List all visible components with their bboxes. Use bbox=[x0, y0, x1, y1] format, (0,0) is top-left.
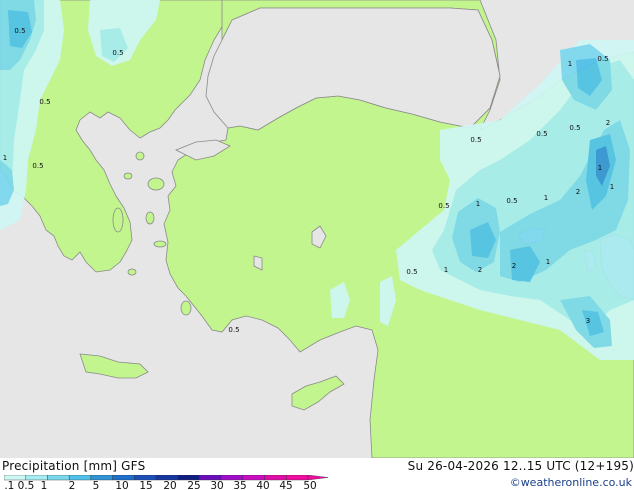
island-thasos bbox=[135, 151, 145, 161]
legend-tick-label: 0.5 bbox=[18, 480, 35, 490]
contour-label: 0.5 bbox=[597, 55, 608, 63]
island-euboea bbox=[112, 207, 124, 233]
legend-swatch bbox=[47, 475, 70, 481]
legend-tick-label: 30 bbox=[210, 480, 223, 490]
legend-tick-label: 1 bbox=[41, 480, 48, 490]
island-lesbos bbox=[147, 177, 165, 191]
legend-tick-label: 15 bbox=[139, 480, 152, 490]
contour-label: 0.5 bbox=[228, 326, 239, 334]
contour-label: 2 bbox=[512, 262, 516, 270]
contour-label: 0.5 bbox=[569, 124, 580, 132]
contour-label: 1 bbox=[3, 154, 7, 162]
credit-link[interactable]: ©weatheronline.co.uk bbox=[510, 476, 632, 489]
contour-label: 0.5 bbox=[39, 98, 50, 106]
contour-label: 2 bbox=[478, 266, 482, 274]
precipitation-legend: 0.10.5125101520253035404550 bbox=[4, 475, 329, 490]
contour-label: 0.5 bbox=[438, 202, 449, 210]
contour-label: 2 bbox=[606, 119, 610, 127]
legend-tick-label: 45 bbox=[279, 480, 292, 490]
legend-tick-label: 25 bbox=[187, 480, 200, 490]
legend-tick-label: 35 bbox=[233, 480, 246, 490]
legend-tick-label: 10 bbox=[115, 480, 128, 490]
island-naxos bbox=[127, 268, 137, 276]
legend-tick-label: 5 bbox=[93, 480, 100, 490]
contour-label: 0.5 bbox=[112, 49, 123, 57]
contour-label: 1 bbox=[598, 164, 602, 172]
island-rhodes bbox=[180, 300, 192, 316]
island-limnos bbox=[123, 172, 133, 180]
island-samos bbox=[153, 240, 167, 248]
legend-tick-label: 50 bbox=[303, 480, 316, 490]
precipitation-map: 0.5 0.5 0.5 0.5 0.5 1 0.5 0.5 1 2 1 0.5 … bbox=[0, 0, 634, 458]
legend-tick-label: 20 bbox=[163, 480, 176, 490]
map-footer: Precipitation [mm] GFS Su 26-04-2026 12.… bbox=[0, 458, 634, 490]
contour-label: 1 bbox=[544, 194, 548, 202]
legend-tick-label: 0.1 bbox=[4, 480, 14, 490]
contour-label: 0.5 bbox=[32, 162, 43, 170]
contour-label: 3 bbox=[586, 317, 590, 325]
contour-label: 0.5 bbox=[14, 27, 25, 35]
contour-label: 1 bbox=[610, 183, 614, 191]
legend-tick-label: 2 bbox=[69, 480, 76, 490]
contour-label: 1 bbox=[568, 60, 572, 68]
contour-label: 1 bbox=[476, 200, 480, 208]
contour-label: 1 bbox=[546, 258, 550, 266]
map-title: Precipitation [mm] GFS bbox=[2, 459, 146, 473]
contour-label: 1 bbox=[444, 266, 448, 274]
contour-label: 0.5 bbox=[406, 268, 417, 276]
weather-map-panel: 0.5 0.5 0.5 0.5 0.5 1 0.5 0.5 1 2 1 0.5 … bbox=[0, 0, 634, 490]
contour-label: 0.5 bbox=[470, 136, 481, 144]
island-chios bbox=[145, 211, 155, 225]
contour-label: 0.5 bbox=[506, 197, 517, 205]
legend-tick-label: 40 bbox=[256, 480, 269, 490]
contour-label: 2 bbox=[576, 188, 580, 196]
valid-time-label: Su 26-04-2026 12..15 UTC (12+195) bbox=[407, 459, 634, 473]
contour-label: 0.5 bbox=[536, 130, 547, 138]
